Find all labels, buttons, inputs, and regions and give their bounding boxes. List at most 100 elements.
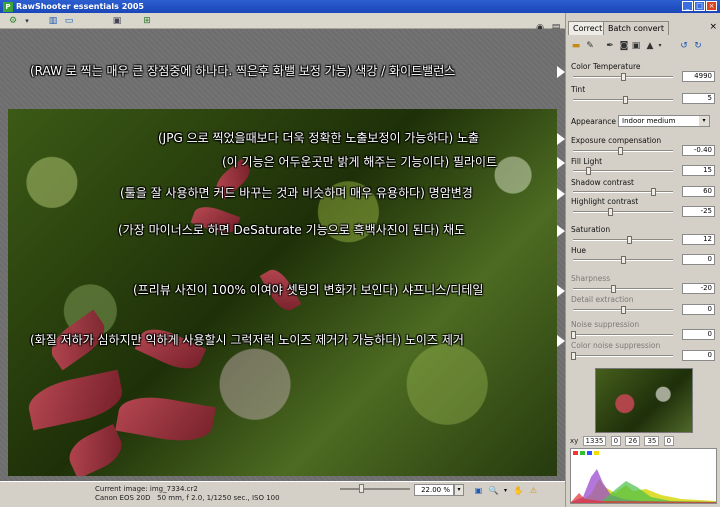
- eyedropper-icon[interactable]: ✒: [604, 40, 616, 52]
- hand-tool-icon[interactable]: ✋: [513, 485, 524, 496]
- annotation-fill-light: (이 기능은 어두운곳만 밝게 해주는 기능이다) 필라이트: [222, 155, 498, 169]
- chevron-down-icon[interactable]: ▾: [699, 116, 709, 126]
- hue-field[interactable]: 0: [682, 254, 715, 265]
- leaf: [63, 424, 128, 476]
- tint-thumb[interactable]: [623, 96, 628, 104]
- annotation-noise: (화질 저하가 심하지만 익하게 사용할시 그럭저럭 노이즈 제거가 가능하다)…: [30, 333, 464, 347]
- detail-extraction-thumb[interactable]: [621, 306, 626, 314]
- shadow-contrast-track[interactable]: [573, 191, 673, 193]
- panel-tabs: Correct Batch convert ×: [566, 21, 720, 35]
- blue-channel-swatch[interactable]: [587, 451, 592, 455]
- zoom-slider-track[interactable]: [340, 488, 410, 490]
- saturation-label: Saturation: [571, 225, 611, 234]
- leaf: [134, 321, 207, 377]
- arrow-right-icon: [557, 188, 565, 200]
- folder-icon[interactable]: ▬: [570, 40, 582, 52]
- compare-view-icon[interactable]: ▭: [62, 15, 76, 27]
- green-channel-swatch[interactable]: [580, 451, 585, 455]
- histogram: [570, 448, 717, 504]
- chevron-down-icon[interactable]: ▾: [20, 15, 34, 27]
- highlight-contrast-track[interactable]: [573, 211, 673, 213]
- annotation-contrast: (툴을 잘 사용하면 커드 바꾸는 것과 비슷하며 매우 유용하다) 명암변경: [120, 186, 473, 200]
- color-temperature-field[interactable]: 4990: [682, 71, 715, 82]
- value-g: 35: [644, 436, 660, 446]
- annotation-exposure: (JPG 으로 찍었을때보다 더욱 정확한 노출보정이 가능하다) 노출: [158, 131, 480, 145]
- chevron-down-icon[interactable]: ▾: [654, 40, 666, 52]
- appearance-value: Indoor medium: [622, 117, 676, 125]
- color-noise-suppression-thumb[interactable]: [571, 352, 576, 360]
- maximize-button[interactable]: □: [694, 1, 705, 11]
- arrow-right-icon: [557, 133, 565, 145]
- fill-light-thumb[interactable]: [586, 167, 591, 175]
- current-image-label: Current image: img_7334.cr2: [95, 485, 198, 493]
- camera-small-icon[interactable]: ▣: [630, 40, 642, 52]
- tint-label: Tint: [571, 85, 586, 94]
- exposure-thumb[interactable]: [618, 147, 623, 155]
- monitor-icon[interactable]: ▣: [110, 15, 124, 27]
- noise-suppression-track[interactable]: [573, 334, 673, 336]
- single-view-icon[interactable]: ▥: [46, 15, 60, 27]
- pixel-readout: xy 1335 0 26 35 0: [570, 436, 675, 446]
- color-temperature-thumb[interactable]: [621, 73, 626, 81]
- batch-icon[interactable]: ⊞: [140, 15, 154, 27]
- detail-extraction-field[interactable]: 0: [682, 304, 715, 315]
- status-bar: Current image: img_7334.cr2 Canon EOS 20…: [0, 481, 565, 507]
- rotate-right-icon[interactable]: ↻: [692, 40, 704, 52]
- zoom-tool-icon[interactable]: 🔍: [488, 485, 499, 496]
- hue-label: Hue: [571, 246, 587, 255]
- saturation-thumb[interactable]: [627, 236, 632, 244]
- arrow-right-icon: [557, 157, 565, 169]
- fill-light-field[interactable]: 15: [682, 165, 715, 176]
- red-channel-swatch[interactable]: [573, 451, 578, 455]
- shadow-contrast-field[interactable]: 60: [682, 186, 715, 197]
- tint-field[interactable]: 5: [682, 93, 715, 104]
- minimize-button[interactable]: _: [682, 1, 693, 11]
- color-temperature-label: Color Temperature: [571, 62, 641, 71]
- sharpness-label: Sharpness: [571, 274, 611, 283]
- rotate-left-icon[interactable]: ↺: [678, 40, 690, 52]
- noise-suppression-thumb[interactable]: [571, 331, 576, 339]
- shadow-contrast-thumb[interactable]: [651, 188, 656, 196]
- saturation-track[interactable]: [573, 239, 673, 241]
- correction-panel: Correct Batch convert × ▬ ✎ ✒ ◙ ▣ ▲ ▾ ↺ …: [565, 13, 720, 507]
- annotation-saturation: (가장 마이너스로 하면 DeSaturate 기능으로 흑백사진이 된다) 채…: [118, 223, 466, 237]
- noise-suppression-field[interactable]: 0: [682, 329, 715, 340]
- annotation-sharpness: (프리뷰 사진이 100% 이여야 셋팅의 변화가 보인다) 샤프니스/디테일: [133, 283, 484, 297]
- histogram-graph: [571, 469, 716, 503]
- arrow-right-icon: [557, 225, 565, 237]
- close-button[interactable]: ×: [706, 1, 717, 11]
- xy-label: xy: [570, 437, 579, 445]
- hue-thumb[interactable]: [621, 256, 626, 264]
- luminance-channel-swatch[interactable]: [594, 451, 599, 455]
- zoom-field[interactable]: 22.00 %: [414, 484, 454, 496]
- sharpness-thumb[interactable]: [611, 285, 616, 293]
- highlight-contrast-thumb[interactable]: [608, 208, 613, 216]
- appearance-select[interactable]: Indoor medium ▾: [618, 115, 710, 127]
- sharpness-track[interactable]: [573, 288, 673, 290]
- navigator-thumbnail[interactable]: [595, 368, 693, 433]
- image-info: Current image: img_7334.cr2 Canon EOS 20…: [95, 485, 280, 503]
- color-noise-suppression-field[interactable]: 0: [682, 350, 715, 361]
- chevron-down-icon[interactable]: ▾: [500, 485, 511, 496]
- exposure-track[interactable]: [573, 150, 673, 152]
- shadow-contrast-label: Shadow contrast: [571, 178, 634, 187]
- highlight-contrast-field[interactable]: -25: [682, 206, 715, 217]
- settings-icon[interactable]: ⚙: [6, 15, 20, 27]
- sharpness-field[interactable]: -20: [682, 283, 715, 294]
- warning-icon[interactable]: ⚠: [528, 485, 539, 496]
- saturation-field[interactable]: 12: [682, 234, 715, 245]
- pin-icon[interactable]: ✎: [584, 40, 596, 52]
- exposure-info: 50 mm, f 2.0, 1/1250 sec., ISO 100: [157, 494, 280, 502]
- value-r: 26: [625, 436, 641, 446]
- camera-icon[interactable]: ◙: [618, 40, 630, 52]
- leaf: [115, 391, 216, 447]
- tab-batch-convert[interactable]: Batch convert: [603, 21, 669, 35]
- close-icon[interactable]: ×: [709, 22, 717, 32]
- zoom-slider-thumb[interactable]: [359, 484, 364, 493]
- exposure-field[interactable]: -0.40: [682, 145, 715, 156]
- app-logo-icon: P: [3, 1, 13, 12]
- chevron-down-icon[interactable]: ▾: [454, 484, 464, 496]
- color-noise-suppression-track[interactable]: [573, 355, 673, 357]
- fit-view-icon[interactable]: ▣: [473, 485, 484, 496]
- tab-correct[interactable]: Correct: [568, 21, 608, 35]
